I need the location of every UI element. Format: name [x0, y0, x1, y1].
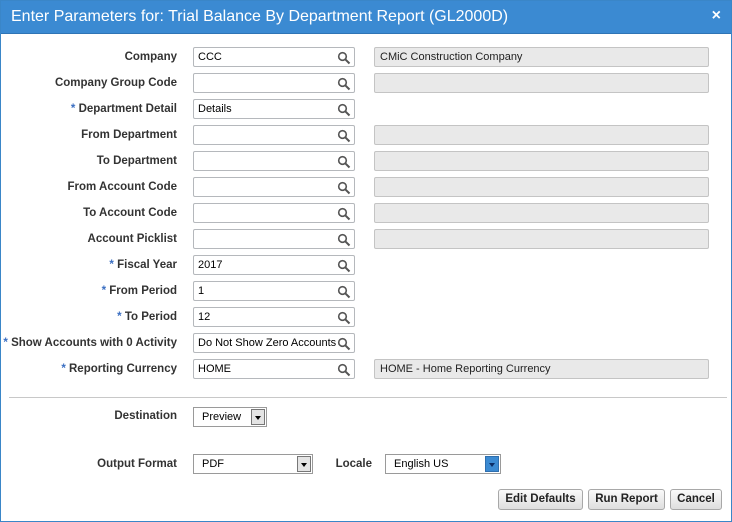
magnifier-icon[interactable] — [337, 285, 351, 299]
magnifier-icon[interactable] — [337, 259, 351, 273]
field-description-text: CMiC Construction Company — [380, 51, 523, 63]
required-marker: * — [70, 103, 76, 115]
field-label: * Fiscal Year — [1, 259, 177, 271]
field-label-text: Company — [124, 51, 177, 63]
field-label: Account Picklist — [1, 233, 177, 245]
field-description — [374, 229, 709, 249]
field-value: CCC — [198, 51, 222, 63]
required-marker: * — [109, 259, 114, 271]
field-label-text: From Account Code — [67, 181, 177, 193]
field-input[interactable]: 1 — [193, 281, 355, 301]
magnifier-icon[interactable] — [337, 311, 351, 325]
parameters-dialog: Enter Parameters for: Trial Balance By D… — [0, 0, 732, 522]
field-description — [374, 203, 709, 223]
field-description — [374, 125, 709, 145]
magnifier-icon[interactable] — [337, 363, 351, 377]
field-label: To Account Code — [1, 207, 177, 219]
field-input[interactable] — [193, 73, 355, 93]
field-description: CMiC Construction Company — [374, 47, 709, 67]
field-input[interactable] — [193, 177, 355, 197]
field-value: Do Not Show Zero Accounts — [198, 337, 336, 349]
destination-label: Destination — [114, 410, 177, 422]
field-label-text: Account Picklist — [87, 233, 177, 245]
cancel-button[interactable]: Cancel — [670, 489, 722, 510]
field-value: 12 — [198, 311, 211, 323]
locale-select[interactable]: English US — [385, 454, 501, 474]
magnifier-icon[interactable] — [337, 77, 351, 91]
required-marker: * — [3, 337, 8, 349]
field-description — [374, 177, 709, 197]
field-label: * Reporting Currency — [1, 363, 177, 375]
destination-select[interactable]: Preview — [193, 407, 267, 427]
field-label: * Department Detail — [1, 103, 177, 115]
magnifier-icon[interactable] — [337, 129, 351, 143]
field-input[interactable]: 12 — [193, 307, 355, 327]
section-divider — [9, 397, 727, 398]
destination-value: Preview — [202, 411, 242, 423]
magnifier-icon[interactable] — [337, 181, 351, 195]
field-input[interactable] — [193, 125, 355, 145]
field-value: 1 — [198, 285, 205, 297]
edit-defaults-button[interactable]: Edit Defaults — [498, 489, 583, 510]
required-marker: * — [61, 363, 66, 375]
field-value: 2017 — [198, 259, 223, 271]
field-label: * To Period — [1, 311, 177, 323]
field-description — [374, 73, 709, 93]
magnifier-icon[interactable] — [337, 155, 351, 169]
dialog-titlebar: Enter Parameters for: Trial Balance By D… — [1, 1, 731, 34]
field-value: HOME — [198, 363, 231, 375]
chevron-down-icon[interactable] — [485, 456, 499, 472]
field-label: From Account Code — [1, 181, 177, 193]
locale-label: Locale — [335, 458, 372, 470]
magnifier-icon[interactable] — [337, 337, 351, 351]
field-label-text: To Department — [96, 155, 177, 167]
magnifier-icon[interactable] — [337, 103, 351, 117]
field-label-text: Reporting Currency — [69, 363, 177, 375]
field-input[interactable]: Details — [193, 99, 355, 119]
close-icon[interactable]: × — [712, 7, 721, 25]
field-label: * From Period — [1, 285, 177, 297]
field-label-text: Show Accounts with 0 Activity — [11, 337, 177, 349]
field-label-text: From Department — [81, 129, 177, 141]
run-report-button[interactable]: Run Report — [588, 489, 665, 510]
field-label-text: Department Detail — [78, 103, 177, 115]
field-label-text: Company Group Code — [54, 77, 177, 89]
field-label-text: To Account Code — [83, 207, 177, 219]
field-label: * Show Accounts with 0 Activity — [1, 337, 177, 349]
field-label: To Department — [1, 155, 177, 167]
field-label: From Department — [1, 129, 177, 141]
field-description-text: HOME - Home Reporting Currency — [380, 363, 551, 375]
chevron-down-icon[interactable] — [251, 409, 265, 425]
dialog-title: Enter Parameters for: Trial Balance By D… — [11, 8, 509, 25]
required-marker: * — [117, 311, 122, 323]
magnifier-icon[interactable] — [337, 207, 351, 221]
field-input[interactable] — [193, 229, 355, 249]
field-label-text: From Period — [109, 285, 177, 297]
field-description — [374, 151, 709, 171]
field-input[interactable]: 2017 — [193, 255, 355, 275]
magnifier-icon[interactable] — [337, 233, 351, 247]
field-input[interactable]: CCC — [193, 47, 355, 67]
magnifier-icon[interactable] — [337, 51, 351, 65]
field-description: HOME - Home Reporting Currency — [374, 359, 709, 379]
field-label: Company — [1, 51, 177, 63]
field-input[interactable] — [193, 203, 355, 223]
field-label-text: To Period — [124, 311, 177, 323]
field-label: Company Group Code — [1, 77, 177, 89]
locale-value: English US — [394, 458, 449, 470]
required-marker: * — [101, 285, 107, 297]
field-input[interactable] — [193, 151, 355, 171]
field-value: Details — [198, 103, 232, 115]
field-input[interactable]: Do Not Show Zero Accounts — [193, 333, 355, 353]
field-input[interactable]: HOME — [193, 359, 355, 379]
field-label-text: Fiscal Year — [117, 259, 177, 271]
